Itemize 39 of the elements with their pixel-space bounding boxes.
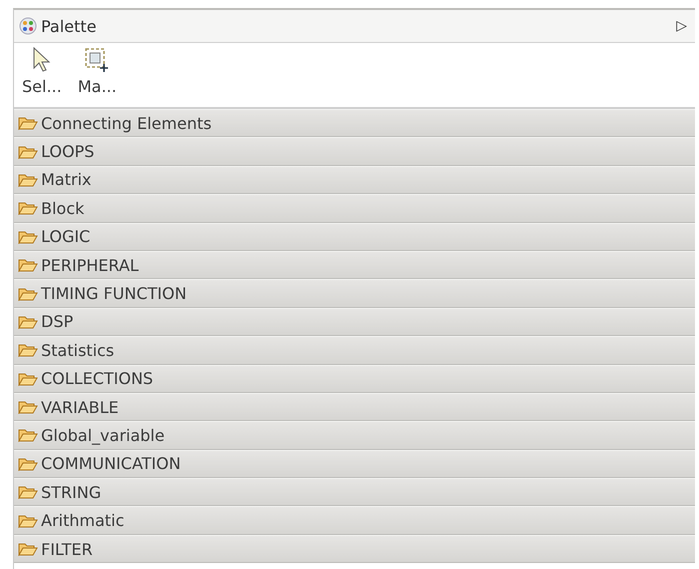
folder-icon xyxy=(18,201,38,216)
folder-icon xyxy=(18,172,38,187)
drawer-header[interactable]: DSP xyxy=(14,308,695,336)
collapse-button[interactable]: ▷ xyxy=(676,18,687,34)
folder-icon xyxy=(18,144,38,159)
folder-icon xyxy=(18,400,38,414)
folder-icon xyxy=(18,372,38,386)
arrow-pointer-icon xyxy=(32,47,52,73)
drawer-header[interactable]: LOGIC xyxy=(14,222,695,251)
palette-icon xyxy=(19,17,37,35)
folder-icon xyxy=(18,456,38,471)
folder-icon xyxy=(18,230,38,244)
drawer-header[interactable]: Block xyxy=(14,194,695,223)
drawer-header[interactable]: Matrix xyxy=(14,166,695,194)
folder-icon xyxy=(18,286,38,301)
drawer-header[interactable]: COMMUNICATION xyxy=(14,450,695,478)
drawer-header[interactable]: LOOPS xyxy=(14,137,695,166)
drawer-header[interactable]: VARIABLE xyxy=(14,392,695,422)
drawer-header[interactable]: PERIPHERAL xyxy=(14,250,695,280)
folder-icon xyxy=(18,428,38,442)
drawer-header[interactable]: TIMING FUNCTION xyxy=(14,279,695,308)
palette-tool[interactable]: Ma... xyxy=(70,43,125,96)
drawer-header[interactable]: Global_variable xyxy=(14,421,695,450)
folder-icon xyxy=(18,514,38,528)
folder-icon xyxy=(18,116,38,130)
marquee-icon xyxy=(84,47,110,73)
palette-tool[interactable]: Sel... xyxy=(14,43,70,96)
folder-icon xyxy=(18,314,38,329)
folder-icon xyxy=(18,542,38,556)
folder-icon xyxy=(18,485,38,500)
drawer-header[interactable]: Connecting Elements xyxy=(14,109,695,138)
drawer-header[interactable]: STRING xyxy=(14,478,695,506)
folder-icon xyxy=(18,258,38,272)
drawer-header[interactable]: Arithmatic xyxy=(14,506,695,535)
drawer-header[interactable]: Statistics xyxy=(14,336,695,365)
folder-icon xyxy=(18,343,38,358)
drawer-header[interactable]: FILTER xyxy=(14,534,695,564)
drawer-header[interactable]: COLLECTIONS xyxy=(14,364,695,393)
palette-title: Palette xyxy=(41,16,96,36)
